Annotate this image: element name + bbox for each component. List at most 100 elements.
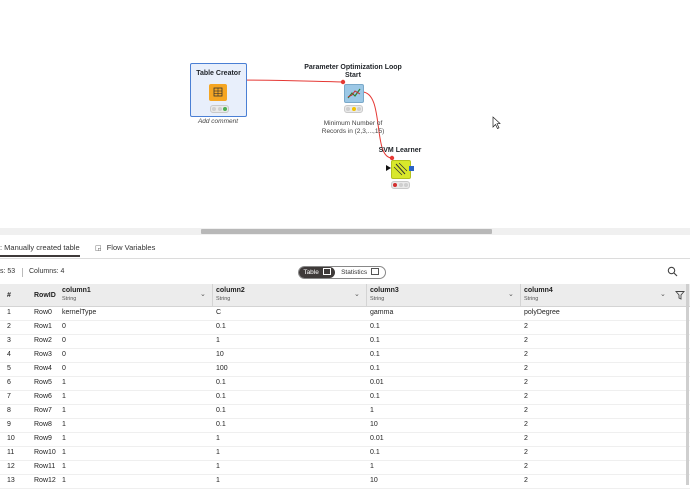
table-cell[interactable]: 1: [62, 463, 66, 470]
rowid-cell[interactable]: Row0: [34, 309, 52, 316]
table-row[interactable]: 3 Row2 0 1 0.1 2: [0, 334, 690, 349]
table-cell[interactable]: kernelType: [62, 309, 96, 316]
table-cell[interactable]: 0.1: [370, 323, 380, 330]
table-cell[interactable]: 0.1: [216, 379, 226, 386]
table-cell[interactable]: 2: [524, 323, 528, 330]
rowid-cell[interactable]: Row7: [34, 407, 52, 414]
table-cell[interactable]: 2: [524, 407, 528, 414]
table-cell[interactable]: 2: [524, 421, 528, 428]
table-cell[interactable]: 0: [62, 365, 66, 372]
table-cell[interactable]: 1: [62, 421, 66, 428]
column-divider[interactable]: [366, 284, 367, 306]
svm-learner-icon[interactable]: [391, 160, 411, 179]
rowid-cell[interactable]: Row6: [34, 393, 52, 400]
row-index-cell[interactable]: 12: [7, 463, 15, 470]
table-row[interactable]: 11 Row10 1 1 0.1 2: [0, 446, 690, 461]
table-cell[interactable]: 10: [216, 351, 224, 358]
table-cell[interactable]: 0.1: [370, 393, 380, 400]
row-index-cell[interactable]: 13: [7, 477, 15, 484]
toggle-statistics-button[interactable]: Statistics: [337, 267, 383, 278]
table-cell[interactable]: 1: [370, 463, 374, 470]
table-cell[interactable]: 2: [524, 463, 528, 470]
table-cell[interactable]: 1: [216, 435, 220, 442]
row-index-cell[interactable]: 10: [7, 435, 15, 442]
row-index-cell[interactable]: 4: [7, 351, 11, 358]
search-icon[interactable]: [667, 266, 678, 277]
table-cell[interactable]: 0.1: [370, 365, 380, 372]
table-cell[interactable]: 2: [524, 435, 528, 442]
table-cell[interactable]: 1: [216, 449, 220, 456]
table-row[interactable]: 5 Row4 0 100 0.1 2: [0, 362, 690, 377]
row-index-cell[interactable]: 8: [7, 407, 11, 414]
table-cell[interactable]: 10: [370, 421, 378, 428]
table-cell[interactable]: 2: [524, 337, 528, 344]
table-cell[interactable]: 2: [524, 393, 528, 400]
node-table-creator[interactable]: Table Creator: [190, 63, 247, 117]
table-statistics-toggle[interactable]: Table Statistics: [298, 266, 386, 279]
rowid-cell[interactable]: Row5: [34, 379, 52, 386]
table-cell[interactable]: 2: [524, 365, 528, 372]
table-cell[interactable]: 1: [62, 477, 66, 484]
table-cell[interactable]: C: [216, 309, 221, 316]
table-cell[interactable]: 1: [216, 477, 220, 484]
rowid-cell[interactable]: Row1: [34, 323, 52, 330]
row-index-cell[interactable]: 7: [7, 393, 11, 400]
rowid-cell[interactable]: Row3: [34, 351, 52, 358]
param-loop-icon[interactable]: [344, 84, 364, 103]
column1-chevron-down-icon[interactable]: ⌄: [200, 290, 206, 298]
table-cell[interactable]: 0.1: [216, 421, 226, 428]
table-cell[interactable]: 0.1: [370, 351, 380, 358]
table-cell[interactable]: 1: [62, 379, 66, 386]
table-row[interactable]: 2 Row1 0 0.1 0.1 2: [0, 320, 690, 335]
row-index-cell[interactable]: 6: [7, 379, 11, 386]
svm-out-port-icon[interactable]: [409, 166, 414, 171]
table-row[interactable]: 13 Row12 1 1 10 2: [0, 474, 690, 489]
filter-icon[interactable]: [675, 290, 685, 300]
table-cell[interactable]: 0.01: [370, 435, 384, 442]
add-comment-link[interactable]: Add comment: [186, 118, 250, 126]
row-index-cell[interactable]: 11: [7, 449, 14, 456]
rowid-cell[interactable]: Row4: [34, 365, 52, 372]
table-row[interactable]: 9 Row8 1 0.1 10 2: [0, 418, 690, 433]
header-column2[interactable]: column2: [216, 287, 245, 294]
table-cell[interactable]: 2: [524, 379, 528, 386]
rowid-cell[interactable]: Row2: [34, 337, 52, 344]
rowid-cell[interactable]: Row8: [34, 421, 52, 428]
tab-manually-created-table[interactable]: : Manually created table: [0, 243, 80, 257]
table-cell[interactable]: 0.1: [216, 393, 226, 400]
table-cell[interactable]: 1: [62, 435, 66, 442]
table-cell[interactable]: 1: [62, 449, 66, 456]
header-column1[interactable]: column1: [62, 287, 91, 294]
table-cell[interactable]: 2: [524, 477, 528, 484]
table-row[interactable]: 4 Row3 0 10 0.1 2: [0, 348, 690, 363]
rowid-cell[interactable]: Row9: [34, 435, 52, 442]
table-cell[interactable]: 1: [62, 407, 66, 414]
canvas-scrollbar-thumb[interactable]: [201, 229, 492, 234]
table-cell[interactable]: 0: [62, 351, 66, 358]
row-index-cell[interactable]: 1: [7, 309, 11, 316]
table-cell[interactable]: 0.1: [370, 337, 380, 344]
table-row[interactable]: 6 Row5 1 0.1 0.01 2: [0, 376, 690, 391]
table-row[interactable]: 7 Row6 1 0.1 0.1 2: [0, 390, 690, 405]
table-row[interactable]: 12 Row11 1 1 1 2: [0, 460, 690, 475]
column2-chevron-down-icon[interactable]: ⌄: [354, 290, 360, 298]
table-cell[interactable]: 0.1: [216, 323, 226, 330]
table-cell[interactable]: 0: [62, 323, 66, 330]
rowid-cell[interactable]: Row12: [34, 477, 56, 484]
row-index-cell[interactable]: 9: [7, 421, 11, 428]
table-cell[interactable]: gamma: [370, 309, 393, 316]
table-cell[interactable]: 0.01: [370, 379, 384, 386]
column-divider[interactable]: [212, 284, 213, 306]
header-rowid[interactable]: RowID: [34, 292, 56, 299]
column4-chevron-down-icon[interactable]: ⌄: [660, 290, 666, 298]
table-cell[interactable]: 0: [62, 337, 66, 344]
table-cell[interactable]: 1: [216, 337, 220, 344]
column-divider[interactable]: [520, 284, 521, 306]
table-cell[interactable]: 100: [216, 365, 228, 372]
header-column3[interactable]: column3: [370, 287, 399, 294]
rowid-cell[interactable]: Row10: [34, 449, 56, 456]
column3-chevron-down-icon[interactable]: ⌄: [508, 290, 514, 298]
table-cell[interactable]: 2: [524, 449, 528, 456]
row-index-cell[interactable]: 5: [7, 365, 11, 372]
tab-flow-variables[interactable]: ◲ Flow Variables: [95, 243, 155, 252]
